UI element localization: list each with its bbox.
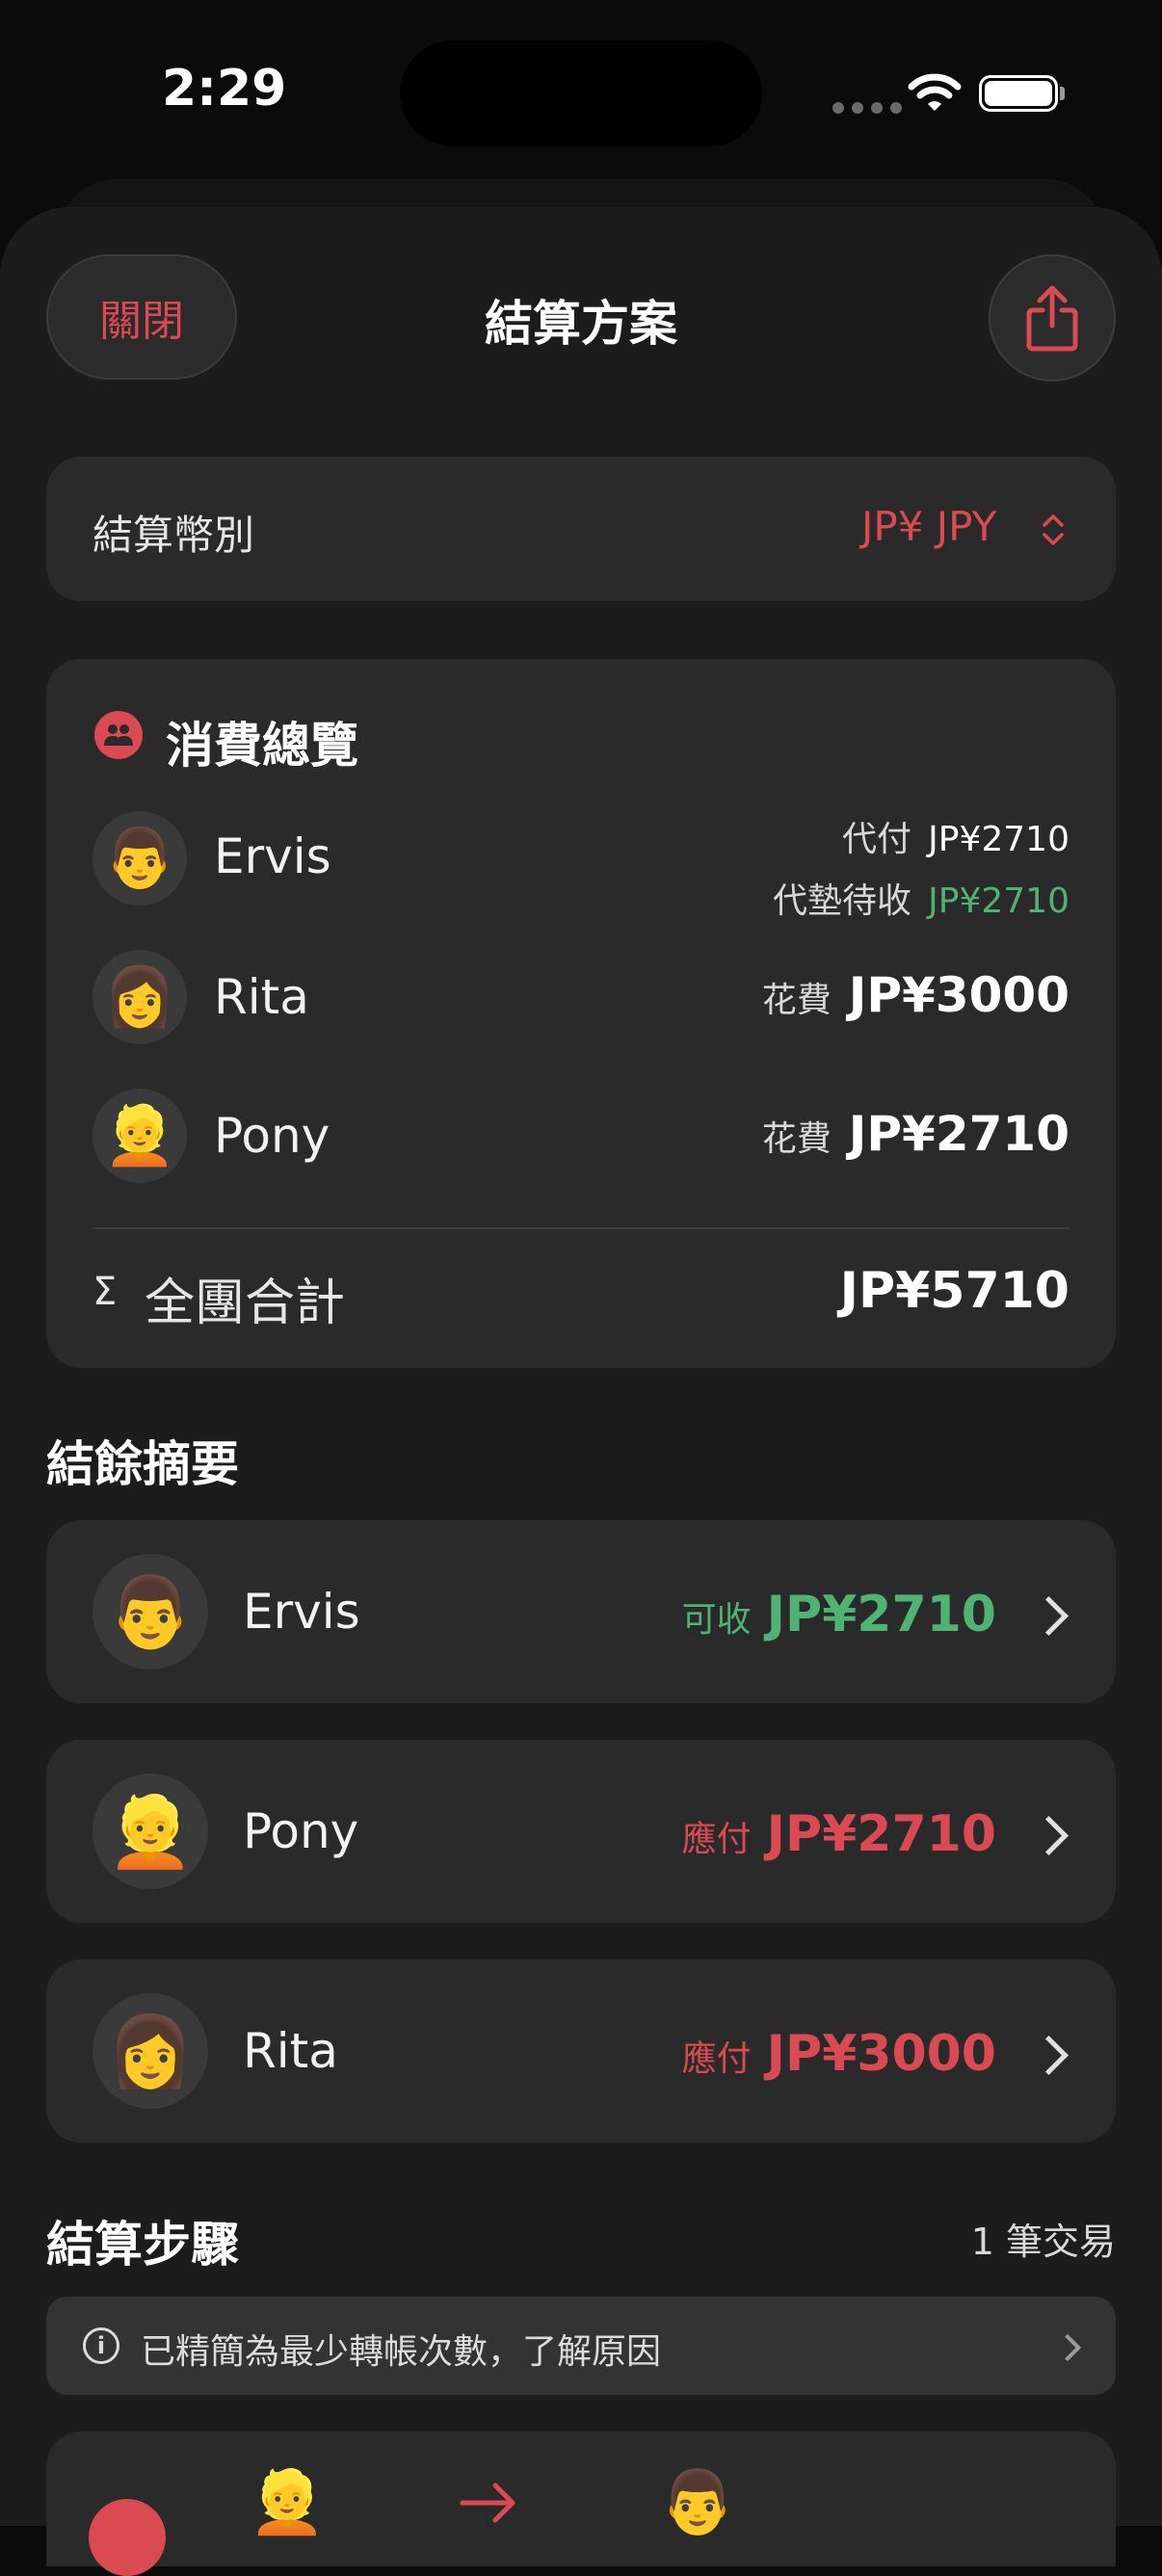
dynamic-island — [400, 40, 762, 146]
spent-label: 花費 — [761, 1119, 832, 1159]
sigma-icon: Σ — [92, 1270, 118, 1314]
person-name: Ervis — [243, 1584, 360, 1640]
balance-amount: JP¥2710 — [766, 1586, 996, 1643]
paid-label: 代付 — [842, 820, 912, 859]
person-name: Ervis — [214, 828, 331, 884]
balance-amount-group: 可收 JP¥2710 — [682, 1586, 996, 1643]
overview-title: 消費總覽 — [166, 718, 358, 774]
share-icon — [1026, 285, 1078, 352]
avatar: 👩 — [92, 1993, 208, 2109]
settlement-steps-title: 結算步驟 — [46, 2217, 239, 2273]
avatar: 👨 — [92, 811, 187, 906]
battery-icon — [979, 75, 1058, 112]
currency-value[interactable]: JP¥ JPY — [861, 503, 996, 550]
balance-summary-title: 結餘摘要 — [46, 1436, 239, 1492]
avatar-emoji: 👩 — [103, 963, 176, 1031]
paid-amount: JP¥2710 — [928, 820, 1070, 859]
share-button[interactable] — [989, 254, 1116, 381]
group-icon — [94, 711, 143, 759]
avatar-emoji: 👱 — [103, 1102, 176, 1170]
person-summary: 代付 JP¥2710 代墊待收 JP¥2710 — [773, 811, 1070, 923]
person-summary: 花費 JP¥2710 — [762, 1106, 1070, 1162]
group-total-amount: JP¥5710 — [839, 1262, 1070, 1320]
avatar-emoji: 👨 — [103, 825, 176, 892]
balance-label: 應付 — [681, 2039, 752, 2079]
avatar: 👱 — [92, 1089, 187, 1183]
avatar-emoji: 👨 — [659, 2467, 736, 2538]
chevron-up-down-icon — [1043, 514, 1064, 545]
transaction-count: 1 筆交易 — [970, 2221, 1116, 2263]
settlement-step-card[interactable] — [46, 2431, 1116, 2566]
person-name: Rita — [243, 2023, 338, 2079]
spent-amount: JP¥3000 — [848, 967, 1070, 1023]
from-avatar: 👱 — [249, 2472, 326, 2534]
wifi-icon — [908, 73, 962, 111]
group-total-label: 全團合計 — [145, 1275, 346, 1332]
avatar-emoji: 👨 — [107, 1571, 194, 1652]
avatar-emoji: 👱 — [107, 1791, 194, 1872]
receivable-amount: JP¥2710 — [928, 881, 1070, 921]
person-name: Rita — [214, 969, 309, 1025]
receivable-label: 代墊待收 — [773, 881, 912, 921]
avatar: 👱 — [92, 1774, 208, 1889]
avatar-emoji: 👩 — [107, 2011, 194, 2091]
avatar: 👨 — [92, 1554, 208, 1669]
info-icon: i — [83, 2327, 119, 2364]
spent-label: 花費 — [761, 981, 832, 1020]
info-text: 已精簡為最少轉帳次數，了解原因 — [141, 2332, 662, 2372]
battery-cap — [1060, 87, 1065, 100]
arrow-right-icon — [460, 2483, 515, 2523]
avatar-emoji: 👱 — [249, 2467, 326, 2538]
balance-amount: JP¥3000 — [766, 2025, 996, 2083]
spent-amount: JP¥2710 — [848, 1106, 1070, 1162]
balance-label: 應付 — [681, 1820, 752, 1859]
balance-amount-group: 應付 JP¥3000 — [682, 2025, 996, 2083]
currency-label: 結算幣別 — [92, 512, 255, 559]
person-name: Pony — [243, 1803, 359, 1859]
person-summary: 花費 JP¥3000 — [762, 967, 1070, 1023]
person-name: Pony — [214, 1108, 330, 1164]
balance-label: 可收 — [681, 1600, 752, 1640]
cellular-signal-icon — [832, 102, 902, 114]
balance-amount: JP¥2710 — [766, 1805, 996, 1863]
avatar: 👩 — [92, 950, 187, 1044]
step-number-badge — [89, 2499, 166, 2576]
status-time: 2:29 — [162, 60, 287, 118]
balance-amount-group: 應付 JP¥2710 — [682, 1805, 996, 1863]
to-avatar: 👨 — [659, 2472, 736, 2534]
divider — [92, 1227, 1070, 1229]
